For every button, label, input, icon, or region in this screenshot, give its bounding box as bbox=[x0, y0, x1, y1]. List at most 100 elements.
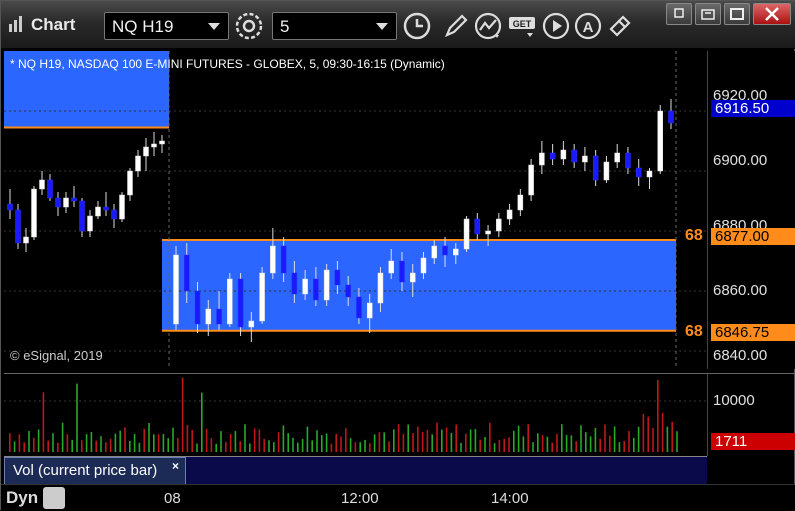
volume-bar bbox=[71, 439, 73, 452]
volume-bar bbox=[325, 433, 328, 452]
candle-up bbox=[205, 308, 212, 325]
volume-study-label[interactable]: Vol (current price bar) bbox=[4, 457, 186, 485]
candle-down bbox=[79, 200, 85, 232]
volume-bar bbox=[57, 442, 59, 452]
volume-bar bbox=[143, 429, 145, 452]
volume-bar bbox=[383, 432, 385, 452]
upper-level-tag: 6877.00 bbox=[711, 228, 795, 245]
volume-bar bbox=[671, 421, 673, 452]
candle-up bbox=[539, 152, 545, 166]
volume-bar bbox=[340, 436, 342, 452]
volume-bar bbox=[565, 435, 568, 452]
price-axis[interactable]: 6920.00 6900.00 6880.00 6860.00 6840.00 … bbox=[707, 51, 795, 369]
volume-bar bbox=[239, 441, 241, 452]
get-data-icon[interactable]: GET bbox=[507, 11, 537, 41]
title-bar: Chart NQ H19 5 GET A bbox=[1, 1, 795, 49]
volume-bar bbox=[9, 433, 11, 452]
volume-bar bbox=[508, 437, 510, 452]
clock-icon[interactable] bbox=[402, 11, 432, 41]
volume-pane[interactable] bbox=[4, 373, 707, 456]
volume-bar bbox=[426, 430, 429, 452]
volume-bar bbox=[407, 424, 409, 452]
candle-up bbox=[409, 272, 416, 283]
interval-dropdown[interactable]: 5 bbox=[272, 12, 397, 40]
candle-up bbox=[23, 236, 29, 244]
candle-up bbox=[143, 146, 149, 157]
volume-bar bbox=[119, 430, 121, 452]
app-title: Chart bbox=[31, 15, 76, 34]
candle-up bbox=[560, 149, 567, 160]
volume-bar bbox=[479, 439, 481, 452]
volume-bar bbox=[33, 437, 35, 452]
candle-down bbox=[7, 203, 13, 211]
settings-gear-icon[interactable] bbox=[234, 11, 264, 41]
volume-bar bbox=[450, 432, 453, 452]
price-chart[interactable]: * NQ H19, NASDAQ 100 E-MINI FUTURES - GL… bbox=[4, 51, 707, 369]
candle-up bbox=[270, 245, 276, 274]
dynamic-mode-label[interactable]: Dyn bbox=[6, 488, 38, 508]
candle-down bbox=[334, 269, 341, 286]
volume-bar bbox=[225, 442, 227, 452]
candle-up bbox=[302, 278, 308, 295]
volume-bar bbox=[532, 442, 534, 452]
candle-down bbox=[237, 278, 244, 328]
volume-bar bbox=[359, 442, 361, 452]
candle-down bbox=[103, 206, 109, 211]
volume-bar bbox=[441, 429, 443, 452]
volume-bar bbox=[81, 440, 83, 452]
pin-button[interactable] bbox=[666, 3, 692, 25]
volume-bar bbox=[129, 441, 131, 452]
volume-bar bbox=[474, 429, 477, 452]
volume-close-icon[interactable]: × bbox=[172, 459, 179, 473]
time-tick: 14:00 bbox=[491, 490, 529, 507]
volume-bar bbox=[594, 427, 597, 452]
candle-up bbox=[485, 230, 491, 235]
volume-bar bbox=[234, 431, 237, 452]
time-axis[interactable]: Dyn 08 12:00 14:00 bbox=[1, 484, 795, 511]
link-chain-icon[interactable] bbox=[605, 11, 635, 41]
lock-icon[interactable] bbox=[43, 487, 65, 509]
volume-bar bbox=[618, 442, 621, 452]
alert-icon[interactable]: A bbox=[573, 11, 603, 41]
volume-bar bbox=[393, 429, 395, 452]
volume-bar bbox=[172, 427, 174, 452]
volume-bar bbox=[522, 436, 525, 452]
candle-up bbox=[173, 254, 179, 325]
volume-bar bbox=[90, 431, 93, 452]
pencil-draw-icon[interactable] bbox=[441, 11, 471, 41]
candle-up bbox=[453, 248, 459, 256]
volume-bar bbox=[292, 437, 294, 452]
volume-bar bbox=[575, 441, 577, 452]
volume-bar bbox=[546, 436, 549, 452]
symbol-value: NQ H19 bbox=[112, 17, 174, 36]
candle-down bbox=[71, 197, 77, 202]
copyright-text: © eSignal, 2019 bbox=[10, 348, 103, 363]
restore-icon bbox=[701, 9, 715, 20]
play-icon[interactable] bbox=[541, 11, 571, 41]
symbol-dropdown[interactable]: NQ H19 bbox=[104, 12, 229, 40]
volume-bar bbox=[397, 424, 400, 452]
volume-bar bbox=[345, 428, 347, 452]
candle-up bbox=[528, 164, 534, 196]
candle-down bbox=[399, 260, 405, 283]
candle-down bbox=[356, 296, 362, 319]
candle-up bbox=[135, 155, 141, 172]
candle-down bbox=[442, 245, 448, 256]
volume-bar bbox=[109, 438, 112, 452]
price-tick: 6860.00 bbox=[713, 282, 768, 299]
restore-button[interactable] bbox=[695, 3, 721, 25]
maximize-button[interactable] bbox=[724, 3, 750, 25]
volume-bar bbox=[402, 433, 405, 452]
candle-up bbox=[496, 218, 502, 232]
candle-up bbox=[227, 278, 233, 325]
close-button[interactable] bbox=[753, 3, 791, 25]
candle-up bbox=[614, 152, 620, 163]
volume-bar bbox=[503, 438, 505, 452]
volume-bar bbox=[613, 426, 616, 452]
candle-up bbox=[420, 257, 427, 274]
candle-up bbox=[506, 209, 513, 220]
volume-bar bbox=[249, 443, 251, 452]
study-indicator-icon[interactable] bbox=[473, 11, 503, 41]
volume-bar bbox=[551, 442, 553, 452]
candle-up bbox=[517, 194, 524, 211]
